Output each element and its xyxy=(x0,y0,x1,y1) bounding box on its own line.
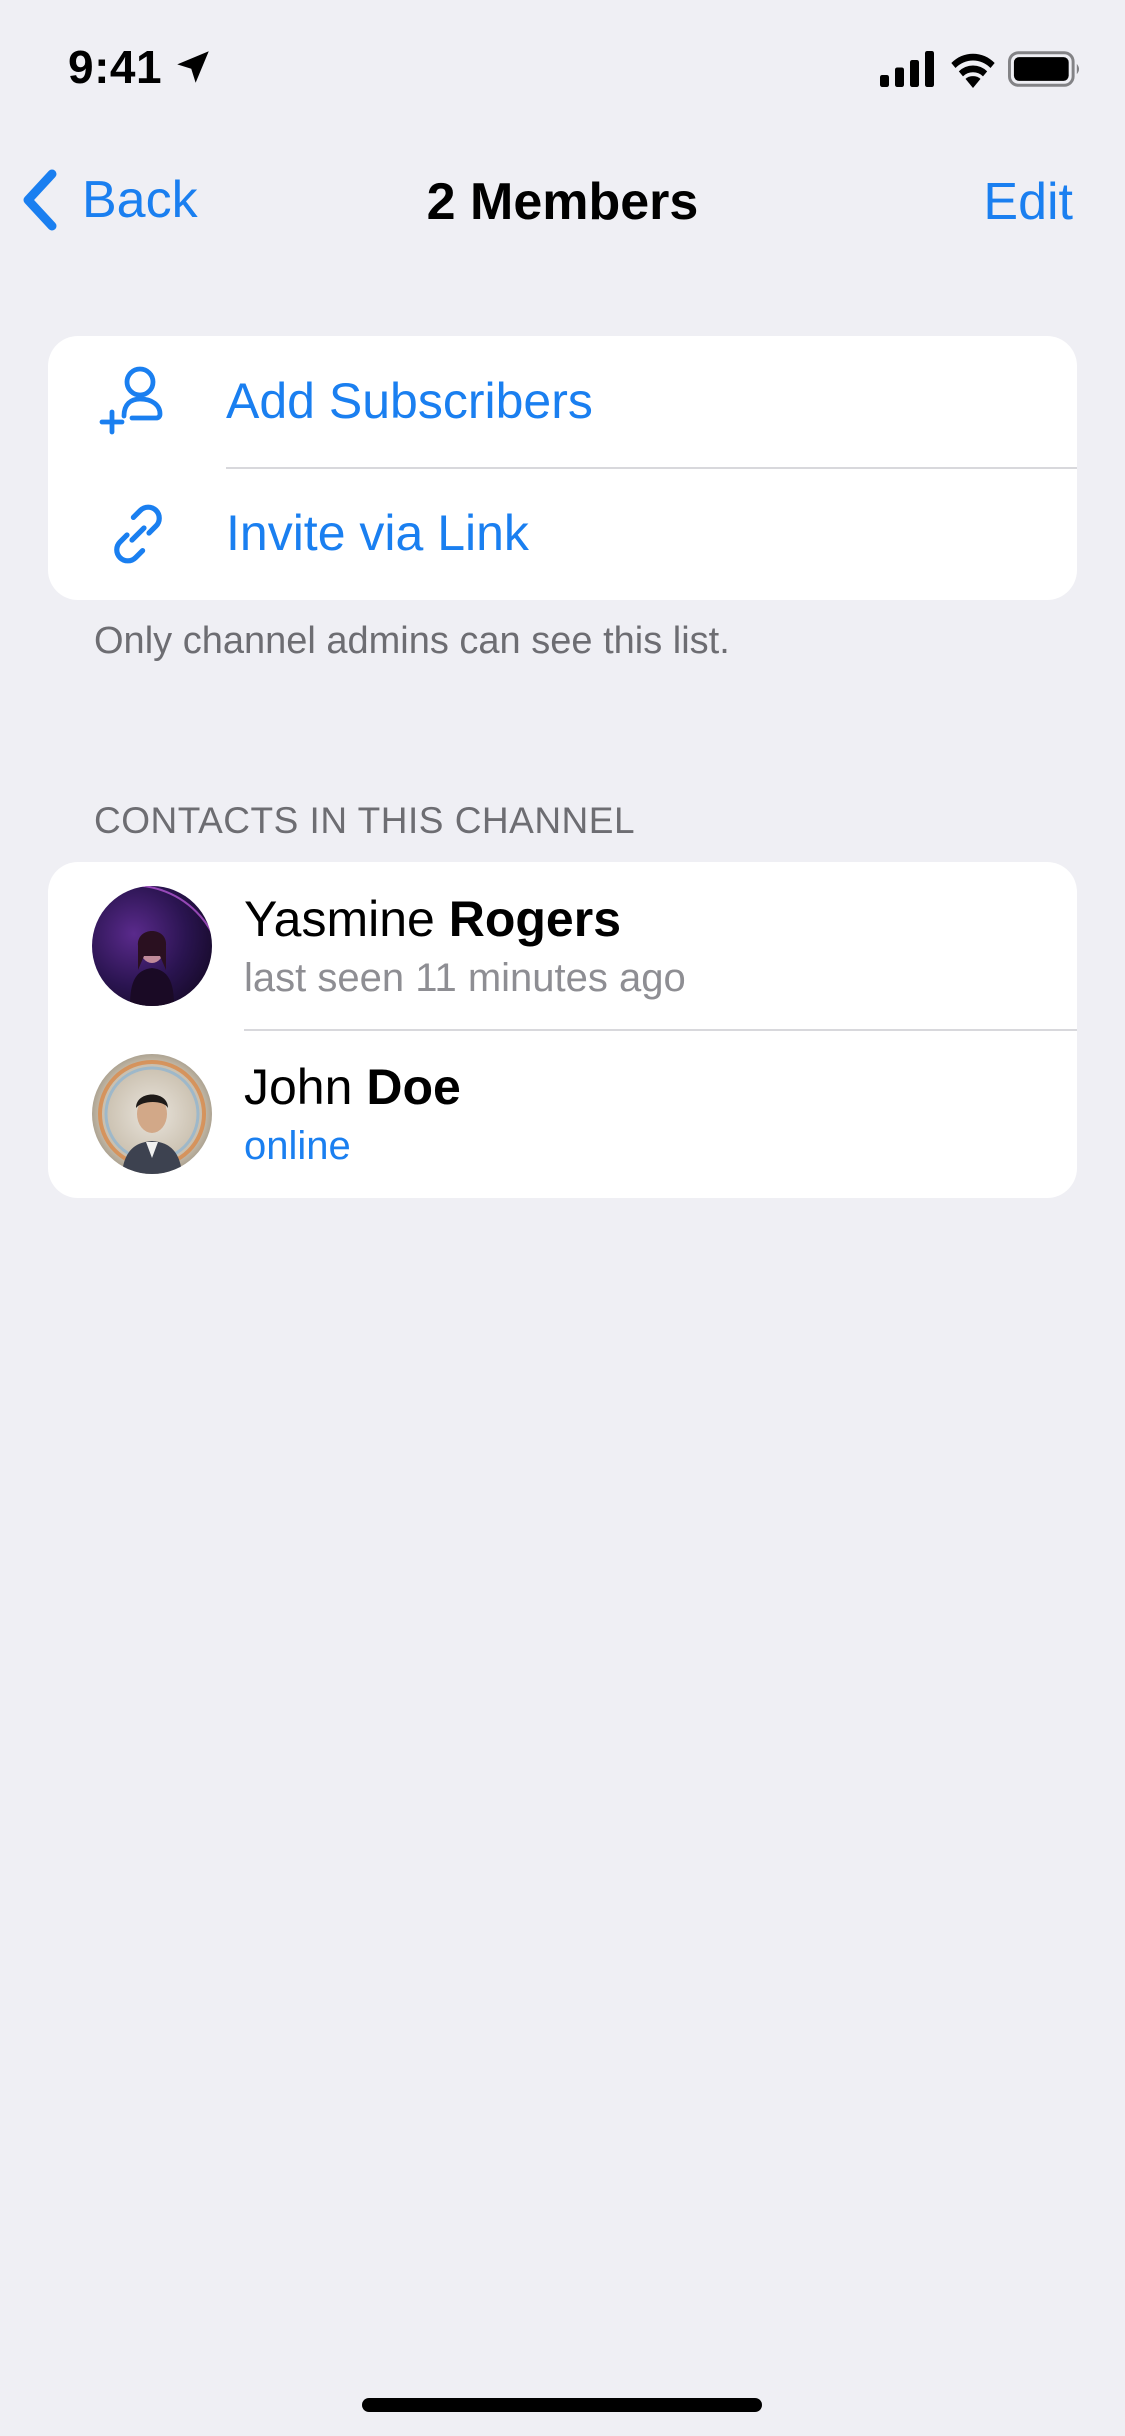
page-title: 2 Members xyxy=(426,173,699,231)
cellular-signal-icon xyxy=(880,51,934,87)
status-bar: 9:41 xyxy=(0,0,1125,132)
actions-card: Add Subscribers Invite via Link xyxy=(48,336,1077,600)
contact-last-name: Rogers xyxy=(448,891,621,947)
link-icon xyxy=(114,504,162,564)
contact-name: Yasmine Rogers xyxy=(244,890,621,948)
contact-last-name: Doe xyxy=(366,1059,461,1115)
status-time: 9:41 xyxy=(68,41,163,93)
battery-icon xyxy=(1008,51,1080,87)
contact-first-name: Yasmine xyxy=(244,891,435,947)
contacts-section-header: CONTACTS IN THIS CHANNEL xyxy=(94,800,636,841)
location-arrow-icon xyxy=(177,51,209,83)
admin-note: Only channel admins can see this list. xyxy=(94,620,730,662)
contact-status: last seen 11 minutes ago xyxy=(244,956,686,1000)
contacts-card: Yasmine Rogers last seen 11 minutes ago … xyxy=(48,862,1077,1198)
contact-status: online xyxy=(244,1124,351,1168)
navigation-bar: Back 2 Members Edit xyxy=(0,150,1125,250)
invite-via-link-label: Invite via Link xyxy=(226,505,529,561)
home-indicator xyxy=(362,2398,762,2412)
avatar xyxy=(92,886,212,1006)
edit-button[interactable]: Edit xyxy=(983,172,1073,232)
invite-via-link-row[interactable]: Invite via Link xyxy=(48,468,1077,600)
contact-first-name: John xyxy=(244,1059,353,1115)
contact-row-john-doe[interactable]: John Doe online xyxy=(48,1030,1077,1198)
contact-name: John Doe xyxy=(244,1058,461,1116)
add-person-icon xyxy=(99,366,163,435)
contact-row-yasmine-rogers[interactable]: Yasmine Rogers last seen 11 minutes ago xyxy=(48,862,1077,1030)
add-subscribers-label: Add Subscribers xyxy=(226,373,593,429)
add-subscribers-row[interactable]: Add Subscribers xyxy=(48,336,1077,468)
avatar xyxy=(92,1054,212,1174)
wifi-icon xyxy=(951,53,995,88)
